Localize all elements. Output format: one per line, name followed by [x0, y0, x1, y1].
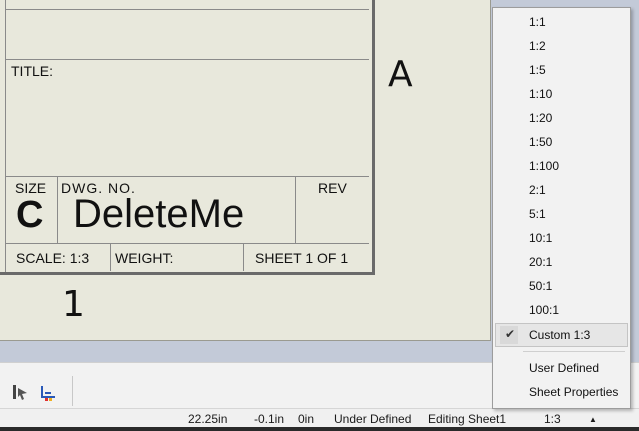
title-label: TITLE: [11, 63, 54, 79]
scale-menu-item[interactable]: 10:1 [493, 227, 630, 249]
title-block: TITLE: SIZE C DWG. NO. DeleteMe REV SCAL… [0, 0, 375, 275]
scale-menu-item[interactable]: 1:2 [493, 35, 630, 57]
scale-menu-item[interactable]: 100:1 [493, 299, 630, 321]
scale-menu-item[interactable]: 5:1 [493, 203, 630, 225]
scale-menu-item-user-defined[interactable]: User Defined [493, 357, 630, 379]
status-editing-mode: Editing Sheet1 [428, 412, 507, 426]
status-definition-state: Under Defined [334, 412, 412, 426]
status-z-coordinate: 0in [298, 412, 315, 426]
list-arrow-icon[interactable] [0, 384, 12, 402]
scale-menu-item[interactable]: 1:1 [493, 11, 630, 33]
scale-menu-item-custom[interactable]: ✔ Custom 1:3 [495, 323, 628, 347]
scale-menu-item[interactable]: 1:5 [493, 59, 630, 81]
scale-menu-item[interactable]: 1:10 [493, 83, 630, 105]
scale-menu-item[interactable]: 1:100 [493, 155, 630, 177]
size-value: C [16, 194, 44, 236]
status-bar: 22.25in -0.1in 0in Under Defined Editing… [0, 408, 639, 428]
status-scale-arrow-icon[interactable]: ▲ [589, 415, 597, 424]
dwg-no-value: DeleteMe [73, 192, 245, 236]
scale-menu-item[interactable]: 1:20 [493, 107, 630, 129]
drawing-sheet[interactable]: TITLE: SIZE C DWG. NO. DeleteMe REV SCAL… [0, 0, 491, 341]
status-x-coordinate: 22.25in [188, 412, 228, 426]
checkmark-icon: ✔ [500, 326, 518, 344]
sheet-label: SHEET 1 OF 1 [255, 250, 349, 266]
scale-menu: 1:1 1:2 1:5 1:10 1:20 1:50 1:100 2:1 5:1… [492, 7, 631, 409]
dimension-pointer-icon[interactable] [12, 384, 30, 402]
scale-label: SCALE: 1:3 [16, 250, 90, 266]
window-bottom-edge [0, 427, 639, 431]
scale-menu-item[interactable]: 20:1 [493, 251, 630, 273]
zone-row-label: A [388, 54, 413, 95]
menu-separator [523, 351, 625, 352]
scale-menu-item[interactable]: 50:1 [493, 275, 630, 297]
scale-menu-item-sheet-properties[interactable]: Sheet Properties [493, 381, 630, 403]
zone-column-label: 1 [62, 284, 85, 325]
color-axis-icon[interactable] [39, 384, 57, 402]
scale-menu-item[interactable]: 1:50 [493, 131, 630, 153]
status-y-coordinate: -0.1in [254, 412, 285, 426]
status-scale-button[interactable]: 1:3 [544, 412, 561, 426]
weight-label: WEIGHT: [115, 250, 174, 266]
scale-menu-item[interactable]: 2:1 [493, 179, 630, 201]
rev-label: REV [318, 180, 347, 196]
